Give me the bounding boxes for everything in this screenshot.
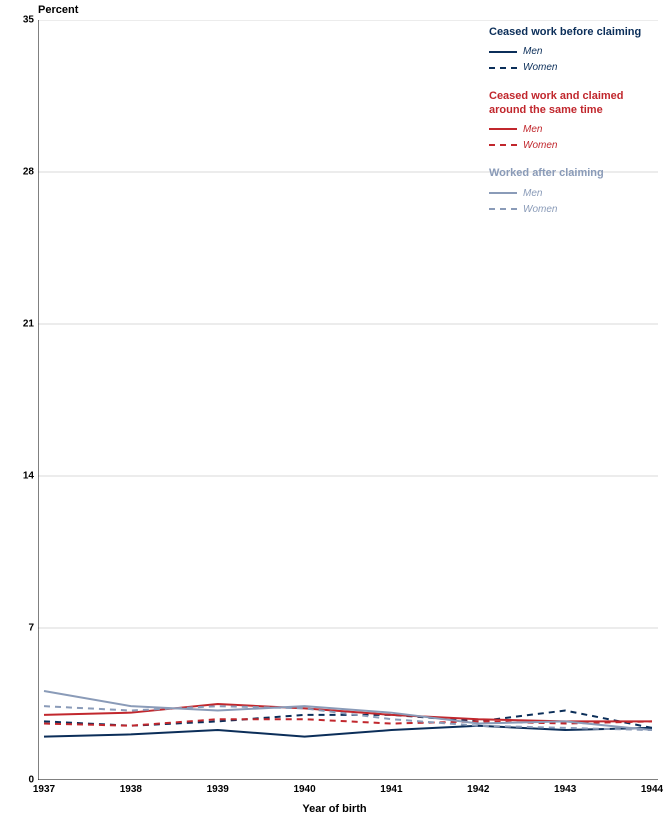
- legend-series-label: Men: [523, 46, 542, 57]
- legend-swatch: [489, 51, 517, 53]
- legend-series-label: Women: [523, 62, 557, 73]
- legend-series-label: Men: [523, 124, 542, 135]
- y-tick-label: 0: [4, 775, 34, 786]
- legend-row: Men: [489, 44, 649, 60]
- legend-group-title: Ceased work and claimed around the same …: [489, 90, 649, 118]
- legend-swatch: [489, 128, 517, 130]
- legend-group: Ceased work before claiming Men Women: [489, 26, 649, 76]
- legend-swatch: [489, 192, 517, 194]
- legend-row: Men: [489, 121, 649, 137]
- series-lines: [44, 691, 652, 737]
- legend-row: Women: [489, 60, 649, 76]
- legend-group-title: Worked after claiming: [489, 167, 649, 181]
- x-tick-label: 1937: [33, 784, 55, 795]
- x-tick-label: 1940: [293, 784, 315, 795]
- legend-group: Ceased work and claimed around the same …: [489, 90, 649, 154]
- y-tick-label: 35: [4, 15, 34, 26]
- line-chart: Percent 0 7 14 21 28 35 1937 1938 1939 1940 1941 1…: [0, 0, 669, 821]
- legend: Ceased work before claimingMenWomenCease…: [489, 26, 649, 231]
- y-axis-title: Percent: [38, 4, 78, 16]
- x-axis-title: Year of birth: [0, 803, 669, 815]
- legend-row: Women: [489, 201, 649, 217]
- legend-series-label: Women: [523, 140, 557, 151]
- x-tick-label: 1938: [120, 784, 142, 795]
- x-tick-label: 1939: [207, 784, 229, 795]
- legend-group: Worked after claiming Men Women: [489, 167, 649, 217]
- y-tick-label: 21: [4, 319, 34, 330]
- legend-swatch: [489, 144, 517, 146]
- legend-series-label: Women: [523, 204, 557, 215]
- legend-series-label: Men: [523, 188, 542, 199]
- x-tick-label: 1942: [467, 784, 489, 795]
- x-tick-label: 1944: [641, 784, 663, 795]
- legend-group-title: Ceased work before claiming: [489, 26, 649, 40]
- x-tick-label: 1943: [554, 784, 576, 795]
- y-tick-label: 7: [4, 623, 34, 634]
- legend-row: Men: [489, 185, 649, 201]
- x-tick-label: 1941: [380, 784, 402, 795]
- y-tick-label: 28: [4, 167, 34, 178]
- y-tick-label: 14: [4, 471, 34, 482]
- legend-row: Women: [489, 137, 649, 153]
- legend-swatch: [489, 67, 517, 69]
- legend-swatch: [489, 208, 517, 210]
